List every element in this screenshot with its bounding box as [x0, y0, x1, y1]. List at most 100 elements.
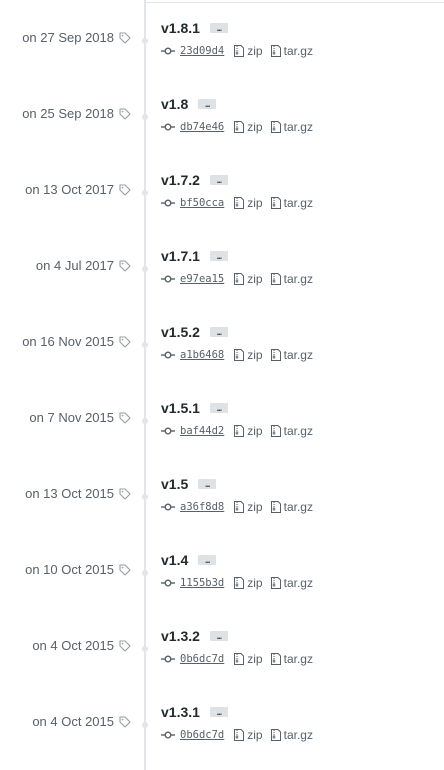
release-version-link[interactable]: v1.5	[161, 476, 188, 492]
download-zip-label: zip	[247, 272, 263, 286]
release-entry: on 4 Oct 2015 v1.3.2 ... 0b6dc7d zip tar…	[0, 626, 444, 702]
timeline-dot	[142, 418, 148, 424]
file-zip-icon	[270, 197, 281, 209]
download-targz-link[interactable]: tar.gz	[270, 348, 313, 362]
download-zip-label: zip	[247, 652, 263, 666]
commit-sha-link[interactable]: db74e46	[180, 121, 224, 133]
release-entry: on 27 Sep 2018 v1.8.1 ... 23d09d4 zip ta…	[0, 18, 444, 94]
release-date: on 10 Oct 2015	[25, 562, 114, 577]
commit-sha-link[interactable]: 0b6dc7d	[180, 729, 224, 741]
file-zip-icon	[234, 121, 245, 133]
file-zip-icon	[234, 425, 245, 437]
commit-sha-link[interactable]: 1155b3d	[180, 577, 224, 589]
timeline-dot	[142, 494, 148, 500]
download-targz-link[interactable]: tar.gz	[270, 652, 313, 666]
commit-sha-link[interactable]: baf44d2	[180, 425, 224, 437]
release-meta-row: 0b6dc7d zip tar.gz	[161, 650, 321, 668]
download-zip-link[interactable]: zip	[234, 576, 263, 590]
tag-icon	[119, 564, 131, 576]
download-zip-label: zip	[247, 500, 263, 514]
release-version-link[interactable]: v1.3.2	[161, 628, 200, 644]
release-more-button[interactable]: ...	[209, 631, 228, 641]
download-targz-label: tar.gz	[283, 120, 313, 134]
release-entry: on 16 Nov 2015 v1.5.2 ... a1b6468 zip ta…	[0, 322, 444, 398]
download-targz-link[interactable]: tar.gz	[270, 196, 313, 210]
release-date: on 27 Sep 2018	[22, 30, 114, 45]
tag-icon	[119, 260, 131, 272]
release-version-link[interactable]: v1.8.1	[161, 20, 200, 36]
release-version-link[interactable]: v1.7.2	[161, 172, 200, 188]
download-targz-label: tar.gz	[283, 500, 313, 514]
release-date: on 16 Nov 2015	[22, 334, 114, 349]
tag-icon	[119, 108, 131, 120]
release-date: on 4 Jul 2017	[35, 258, 114, 273]
release-details: v1.5 ... a36f8d8 zip tar.gz	[161, 474, 441, 550]
download-zip-link[interactable]: zip	[234, 120, 263, 134]
release-more-button[interactable]: ...	[198, 555, 217, 565]
release-date: on 13 Oct 2017	[25, 182, 114, 197]
timeline-dot	[142, 570, 148, 576]
download-targz-link[interactable]: tar.gz	[270, 500, 313, 514]
git-commit-icon	[161, 199, 175, 207]
release-details: v1.7.1 ... e97ea15 zip tar.gz	[161, 246, 441, 322]
download-zip-link[interactable]: zip	[234, 272, 263, 286]
release-more-button[interactable]: ...	[209, 251, 228, 261]
release-entry: on 13 Oct 2015 v1.5 ... a36f8d8 zip tar.…	[0, 474, 444, 550]
release-more-button[interactable]: ...	[198, 99, 217, 109]
release-details: v1.5.1 ... baf44d2 zip tar.gz	[161, 398, 441, 474]
release-more-button[interactable]: ...	[198, 479, 217, 489]
release-more-button[interactable]: ...	[209, 403, 228, 413]
release-version-link[interactable]: v1.8	[161, 96, 188, 112]
timeline-dot	[142, 646, 148, 652]
download-zip-link[interactable]: zip	[234, 500, 263, 514]
git-commit-icon	[161, 731, 175, 739]
release-version-link[interactable]: v1.4	[161, 552, 188, 568]
download-targz-link[interactable]: tar.gz	[270, 576, 313, 590]
download-targz-link[interactable]: tar.gz	[270, 120, 313, 134]
commit-sha-link[interactable]: a36f8d8	[180, 501, 224, 513]
commit-sha-link[interactable]: 0b6dc7d	[180, 653, 224, 665]
release-version-link[interactable]: v1.5.1	[161, 400, 200, 416]
release-details: v1.8.1 ... 23d09d4 zip tar.gz	[161, 18, 441, 94]
download-targz-label: tar.gz	[283, 44, 313, 58]
release-more-button[interactable]: ...	[209, 707, 228, 717]
release-title-row: v1.4 ...	[161, 550, 217, 570]
git-commit-icon	[161, 655, 175, 663]
download-zip-link[interactable]: zip	[234, 196, 263, 210]
release-meta-row: baf44d2 zip tar.gz	[161, 422, 321, 440]
release-title-row: v1.3.1 ...	[161, 702, 228, 722]
release-details: v1.4 ... 1155b3d zip tar.gz	[161, 550, 441, 626]
download-targz-link[interactable]: tar.gz	[270, 728, 313, 742]
download-targz-link[interactable]: tar.gz	[270, 272, 313, 286]
download-zip-link[interactable]: zip	[234, 44, 263, 58]
release-meta-row: a36f8d8 zip tar.gz	[161, 498, 321, 516]
download-targz-label: tar.gz	[283, 576, 313, 590]
release-meta-row: db74e46 zip tar.gz	[161, 118, 321, 136]
download-zip-link[interactable]: zip	[234, 652, 263, 666]
download-targz-label: tar.gz	[283, 348, 313, 362]
commit-sha-link[interactable]: e97ea15	[180, 273, 224, 285]
commit-sha-link[interactable]: bf50cca	[180, 197, 224, 209]
download-targz-link[interactable]: tar.gz	[270, 424, 313, 438]
file-zip-icon	[270, 653, 281, 665]
release-title-row: v1.8.1 ...	[161, 18, 228, 38]
commit-sha-link[interactable]: a1b6468	[180, 349, 224, 361]
header-divider	[146, 2, 444, 3]
download-zip-link[interactable]: zip	[234, 424, 263, 438]
git-commit-icon	[161, 427, 175, 435]
release-more-button[interactable]: ...	[209, 23, 228, 33]
release-version-link[interactable]: v1.3.1	[161, 704, 200, 720]
release-version-link[interactable]: v1.7.1	[161, 248, 200, 264]
release-more-button[interactable]: ...	[209, 327, 228, 337]
release-more-button[interactable]: ...	[209, 175, 228, 185]
download-zip-link[interactable]: zip	[234, 728, 263, 742]
release-date-column: on 4 Jul 2017	[0, 246, 134, 322]
release-version-link[interactable]: v1.5.2	[161, 324, 200, 340]
download-targz-link[interactable]: tar.gz	[270, 44, 313, 58]
commit-sha-link[interactable]: 23d09d4	[180, 45, 224, 57]
download-zip-link[interactable]: zip	[234, 348, 263, 362]
file-zip-icon	[234, 653, 245, 665]
release-title-row: v1.5.2 ...	[161, 322, 228, 342]
file-zip-icon	[270, 577, 281, 589]
download-targz-label: tar.gz	[283, 728, 313, 742]
